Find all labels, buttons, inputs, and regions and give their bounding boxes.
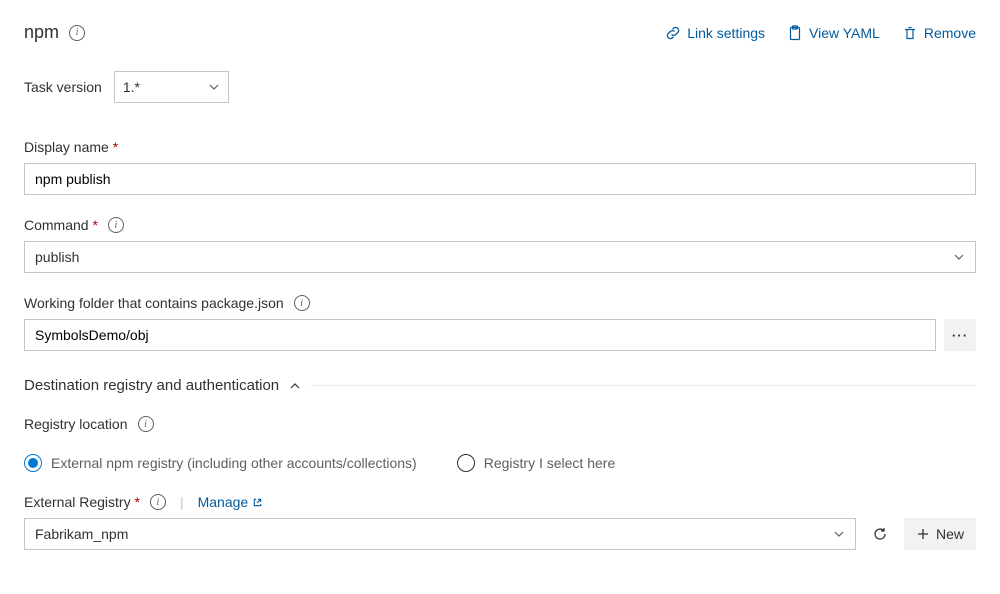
title-group: npm i bbox=[24, 22, 85, 43]
view-yaml-button[interactable]: View YAML bbox=[787, 25, 880, 41]
manage-label: Manage bbox=[198, 494, 249, 510]
link-icon bbox=[665, 25, 681, 41]
external-registry-label: External Registry * bbox=[24, 494, 140, 510]
task-version-value: 1.* bbox=[123, 79, 140, 95]
chevron-up-icon bbox=[289, 380, 301, 392]
link-settings-label: Link settings bbox=[687, 25, 765, 41]
external-registry-select[interactable]: Fabrikam_npm bbox=[24, 518, 856, 550]
radio-select-here-label: Registry I select here bbox=[484, 455, 616, 471]
destination-section-title: Destination registry and authentication bbox=[24, 377, 279, 394]
command-field: Command * i publish bbox=[24, 217, 976, 273]
view-yaml-label: View YAML bbox=[809, 25, 880, 41]
header-actions: Link settings View YAML Remove bbox=[665, 25, 976, 41]
section-divider bbox=[311, 385, 976, 386]
chevron-down-icon bbox=[208, 81, 220, 93]
new-button[interactable]: New bbox=[904, 518, 976, 550]
browse-button[interactable]: ··· bbox=[944, 319, 976, 351]
radio-circle bbox=[457, 454, 475, 472]
chevron-down-icon bbox=[833, 528, 845, 540]
task-header: npm i Link settings View YAML bbox=[24, 22, 976, 43]
radio-circle-selected bbox=[24, 454, 42, 472]
radio-external-npm[interactable]: External npm registry (including other a… bbox=[24, 454, 417, 472]
trash-icon bbox=[902, 25, 918, 41]
command-select[interactable]: publish bbox=[24, 241, 976, 273]
refresh-icon bbox=[872, 526, 888, 542]
display-name-field: Display name * bbox=[24, 139, 976, 195]
external-link-icon bbox=[252, 497, 263, 508]
task-version-row: Task version 1.* bbox=[24, 71, 976, 103]
task-version-select[interactable]: 1.* bbox=[114, 71, 229, 103]
remove-label: Remove bbox=[924, 25, 976, 41]
working-folder-label: Working folder that contains package.jso… bbox=[24, 295, 284, 311]
radio-select-here[interactable]: Registry I select here bbox=[457, 454, 616, 472]
task-version-label: Task version bbox=[24, 79, 102, 95]
working-folder-input[interactable] bbox=[24, 319, 936, 351]
title-info-icon[interactable]: i bbox=[69, 25, 85, 41]
registry-location-options: External npm registry (including other a… bbox=[24, 454, 976, 472]
working-folder-field: Working folder that contains package.jso… bbox=[24, 295, 976, 351]
new-button-label: New bbox=[936, 526, 964, 542]
registry-location-label: Registry location bbox=[24, 416, 128, 432]
command-info-icon[interactable]: i bbox=[108, 217, 124, 233]
manage-link[interactable]: Manage bbox=[198, 494, 264, 510]
clipboard-icon bbox=[787, 25, 803, 41]
display-name-input[interactable] bbox=[24, 163, 976, 195]
radio-external-label: External npm registry (including other a… bbox=[51, 455, 417, 471]
working-folder-info-icon[interactable]: i bbox=[294, 295, 310, 311]
display-name-label: Display name * bbox=[24, 139, 118, 155]
command-label: Command * bbox=[24, 217, 98, 233]
external-registry-field: External Registry * i | Manage Fabrikam_… bbox=[24, 494, 976, 550]
chevron-down-icon bbox=[953, 251, 965, 263]
plus-icon bbox=[916, 527, 930, 541]
remove-button[interactable]: Remove bbox=[902, 25, 976, 41]
registry-location-field: Registry location i bbox=[24, 416, 976, 432]
refresh-button[interactable] bbox=[864, 518, 896, 550]
external-registry-info-icon[interactable]: i bbox=[150, 494, 166, 510]
task-title: npm bbox=[24, 22, 59, 43]
destination-section-header[interactable]: Destination registry and authentication bbox=[24, 377, 976, 394]
command-value: publish bbox=[35, 249, 79, 265]
divider: | bbox=[180, 494, 184, 510]
external-registry-value: Fabrikam_npm bbox=[35, 526, 128, 542]
registry-location-info-icon[interactable]: i bbox=[138, 416, 154, 432]
radio-dot bbox=[28, 458, 38, 468]
link-settings-button[interactable]: Link settings bbox=[665, 25, 765, 41]
